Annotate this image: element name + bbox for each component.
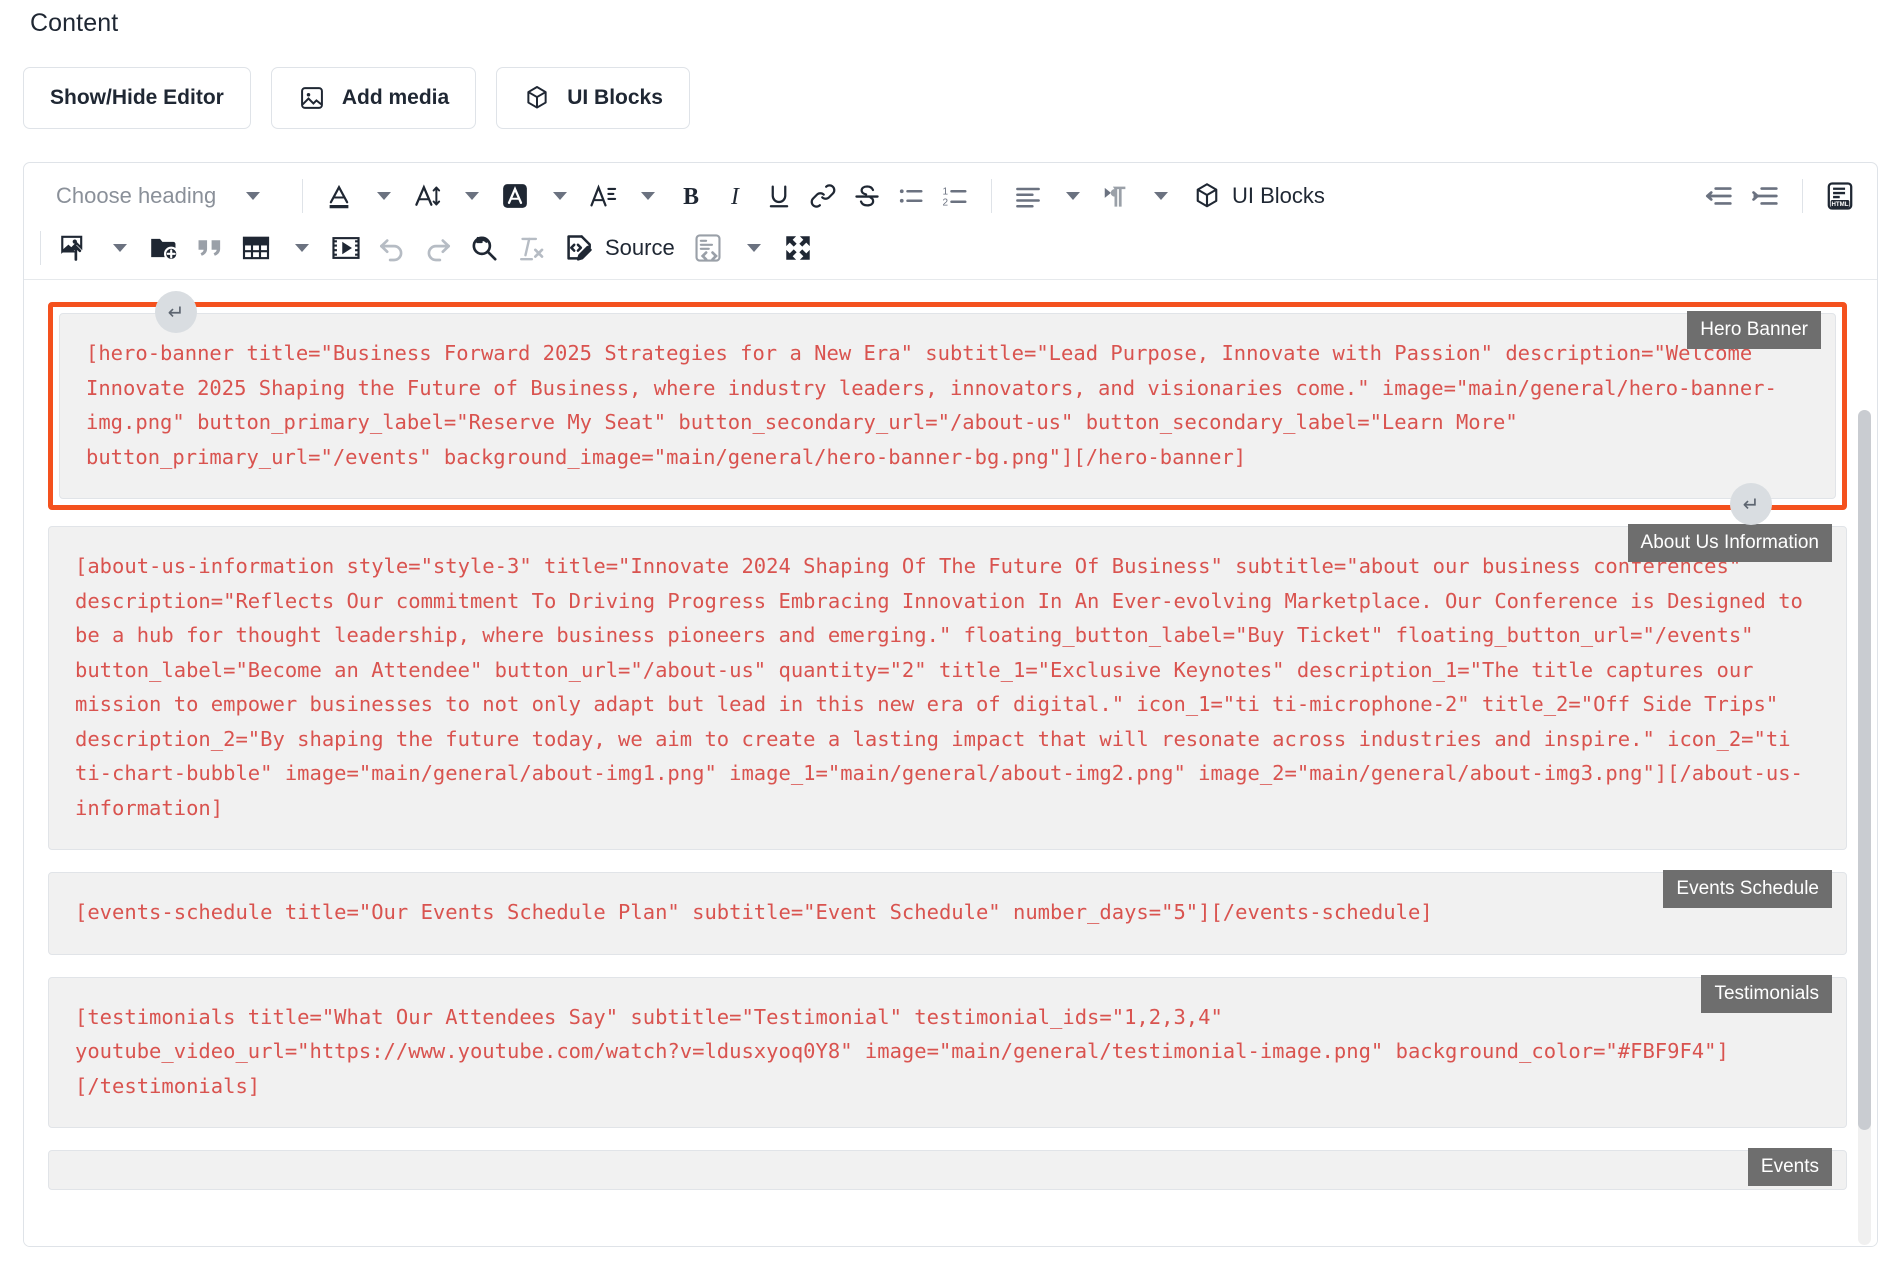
numbered-list-button[interactable]: 1 2 <box>933 174 977 218</box>
ui-blocks-label: UI Blocks <box>567 86 663 109</box>
font-color-chevron[interactable] <box>361 174 405 218</box>
block-tag-events-schedule: Events Schedule <box>1663 870 1832 908</box>
align-chevron[interactable] <box>1050 174 1094 218</box>
content-scrollbar-thumb[interactable] <box>1858 410 1871 1130</box>
show-hide-editor-label: Show/Hide Editor <box>50 86 224 109</box>
selected-block-outline[interactable]: ↵ ↵ Hero Banner [hero-banner title="Busi… <box>48 291 1847 525</box>
shortcode-block-testimonials[interactable]: Testimonials [testimonials title="What O… <box>48 974 1847 1128</box>
paragraph-return-handle-top[interactable]: ↵ <box>155 291 197 333</box>
shortcode-block-events-schedule[interactable]: Events Schedule [events-schedule title="… <box>48 870 1847 955</box>
toolbar-divider-2 <box>991 179 992 213</box>
shortcode-block-events[interactable]: Events <box>48 1148 1847 1190</box>
block-tag-events: Events <box>1747 1148 1832 1186</box>
svg-text:2: 2 <box>943 197 949 208</box>
paragraph-return-handle-bottom[interactable]: ↵ <box>1730 483 1772 525</box>
block-tag-about-us-information: About Us Information <box>1627 524 1832 562</box>
add-media-button[interactable]: Add media <box>270 67 477 129</box>
cube-icon <box>1192 181 1222 211</box>
italic-button[interactable]: I <box>713 174 757 218</box>
shortcode-text-testimonials: [testimonials title="What Our Attendees … <box>75 1004 1729 1098</box>
editor-content-area[interactable]: ↵ ↵ Hero Banner [hero-banner title="Busi… <box>24 279 1877 1246</box>
fullscreen-icon[interactable] <box>775 226 821 270</box>
find-replace-icon[interactable] <box>461 226 507 270</box>
redo-icon[interactable] <box>415 226 461 270</box>
heading-select-value: Choose heading <box>56 183 217 208</box>
image-upload-chevron[interactable] <box>97 226 141 270</box>
svg-text:I: I <box>730 184 740 210</box>
font-size-button[interactable] <box>405 174 449 218</box>
font-family-button[interactable] <box>581 174 625 218</box>
text-direction-chevron[interactable] <box>1138 174 1182 218</box>
toolbar-divider-3 <box>1802 179 1803 213</box>
source-editing-button[interactable]: Source <box>553 226 685 270</box>
editor-toolbar-row-2: Source <box>24 221 1877 275</box>
strikethrough-button[interactable] <box>845 174 889 218</box>
toolbar-ui-blocks-button[interactable]: UI Blocks <box>1182 174 1335 218</box>
heading-select[interactable]: Choose heading <box>38 174 288 218</box>
editor-page: Content Show/Hide Editor Add media UI Bl… <box>0 0 1900 1264</box>
block-tag-testimonials: Testimonials <box>1701 974 1832 1013</box>
text-direction-button[interactable] <box>1094 174 1138 218</box>
svg-text:HTML: HTML <box>1831 201 1848 208</box>
rich-text-editor: Choose heading B I 1 2 UI Blocks HTML So… <box>23 162 1878 1247</box>
remove-format-icon[interactable] <box>507 226 553 270</box>
toolbar-divider <box>302 179 303 213</box>
image-icon <box>298 84 326 112</box>
font-size-chevron[interactable] <box>449 174 493 218</box>
background-color-chevron[interactable] <box>537 174 581 218</box>
add-media-label: Add media <box>341 86 450 109</box>
bold-button[interactable]: B <box>669 174 713 218</box>
shortcode-text-hero-banner: [hero-banner title="Business Forward 202… <box>86 341 1777 469</box>
toolbar-row2-divider <box>40 231 41 265</box>
shortcode-block-hero-banner[interactable]: Hero Banner [hero-banner title="Business… <box>59 311 1836 499</box>
undo-icon[interactable] <box>369 226 415 270</box>
html-icon[interactable]: HTML <box>1817 174 1863 218</box>
cube-icon <box>523 84 551 112</box>
source-edit-icon <box>563 232 595 264</box>
table-chevron[interactable] <box>279 226 323 270</box>
editor-toolbar-row-1: Choose heading B I 1 2 UI Blocks HTML <box>24 169 1877 223</box>
align-button[interactable] <box>1006 174 1050 218</box>
toolbar-ui-blocks-label: UI Blocks <box>1232 183 1325 208</box>
video-icon[interactable] <box>323 226 369 270</box>
folder-add-icon[interactable] <box>141 226 187 270</box>
chevron-down-icon <box>246 192 261 200</box>
block-tag-hero-banner: Hero Banner <box>1687 311 1821 349</box>
indent-button[interactable] <box>1742 174 1788 218</box>
svg-text:B: B <box>683 184 699 210</box>
font-family-chevron[interactable] <box>625 174 669 218</box>
code-block-chevron[interactable] <box>731 226 775 270</box>
source-label: Source <box>605 235 675 260</box>
show-hide-editor-button[interactable]: Show/Hide Editor <box>23 67 251 129</box>
page-title: Content <box>30 9 119 37</box>
bulleted-list-button[interactable] <box>889 174 933 218</box>
link-button[interactable] <box>801 174 845 218</box>
image-upload-icon[interactable] <box>51 226 97 270</box>
outdent-button[interactable] <box>1696 174 1742 218</box>
ui-blocks-button[interactable]: UI Blocks <box>496 67 690 129</box>
font-color-button[interactable] <box>317 174 361 218</box>
code-block-icon[interactable] <box>685 226 731 270</box>
background-color-button[interactable] <box>493 174 537 218</box>
content-action-buttons: Show/Hide Editor Add media UI Blocks <box>23 67 690 129</box>
quote-icon[interactable] <box>187 226 233 270</box>
underline-button[interactable] <box>757 174 801 218</box>
shortcode-block-about-us-information[interactable]: About Us Information [about-us-informati… <box>48 524 1847 850</box>
table-icon[interactable] <box>233 226 279 270</box>
svg-text:1: 1 <box>943 186 949 197</box>
shortcode-text-events-schedule: [events-schedule title="Our Events Sched… <box>75 900 1433 924</box>
shortcode-text-about-us-information: [about-us-information style="style-3" ti… <box>75 554 1816 820</box>
